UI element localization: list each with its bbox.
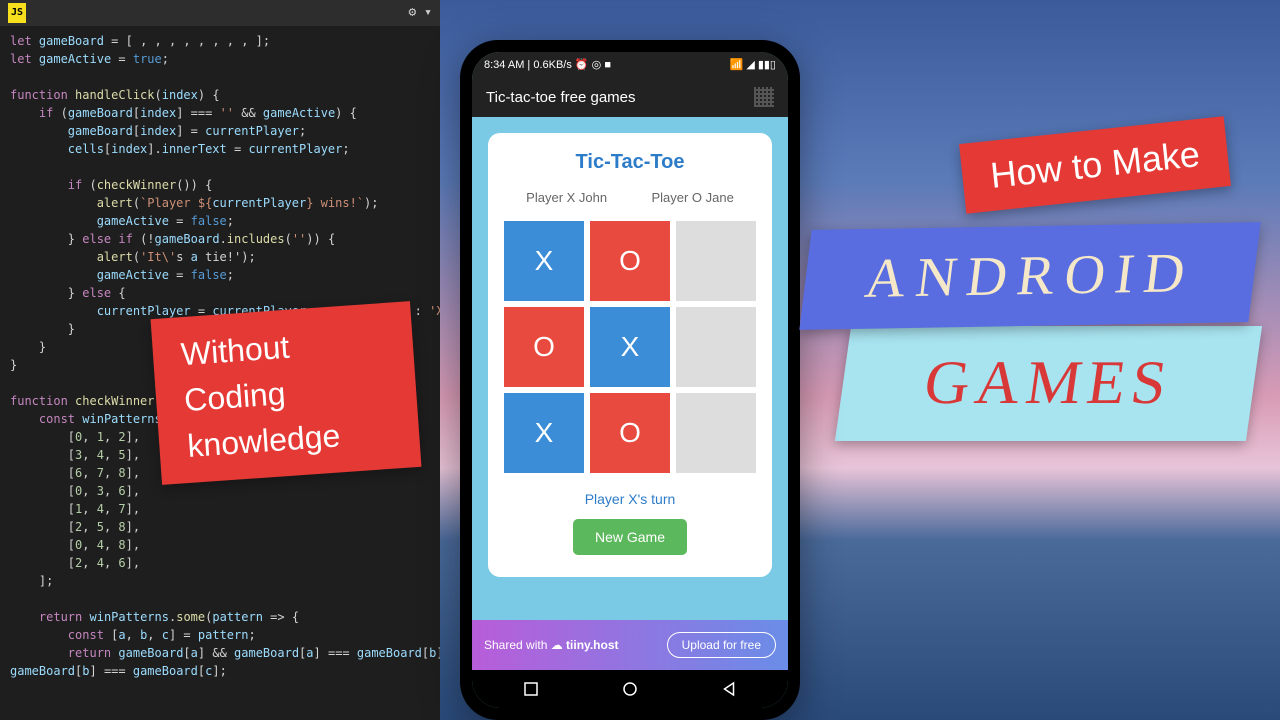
game-cell[interactable]: X [590, 307, 670, 387]
phone-frame: 8:34 AM | 0.6KB/s ⏰ ◎ ■ 📶 ◢ ▮▮▯ Tic-tac-… [460, 40, 800, 720]
game-cell[interactable]: X [504, 393, 584, 473]
nav-recent-icon[interactable] [522, 680, 540, 698]
turn-label: Player X's turn [504, 491, 756, 507]
editor-tab: JS ⚙ ▾ [0, 0, 440, 26]
game-cell[interactable]: X [504, 221, 584, 301]
status-bar: 8:34 AM | 0.6KB/s ⏰ ◎ ■ 📶 ◢ ▮▮▯ [472, 52, 788, 77]
player-o-label: Player O Jane [651, 190, 733, 205]
game-title: Tic-Tac-Toe [504, 151, 756, 174]
game-area: Tic-Tac-Toe Player X John Player O Jane … [472, 117, 788, 620]
overlay-without-coding: WithoutCodingknowledge [151, 301, 422, 485]
new-game-button[interactable]: New Game [573, 519, 687, 555]
game-grid: XOOXXO [504, 221, 756, 473]
overlay-android: ANDROID [799, 222, 1261, 330]
js-file-icon: JS [8, 3, 26, 23]
player-x-label: Player X John [526, 190, 607, 205]
status-icons: 📶 ◢ ▮▮▯ [730, 58, 776, 71]
status-time: 8:34 AM | 0.6KB/s ⏰ ◎ ■ [484, 58, 611, 71]
upload-button[interactable]: Upload for free [667, 632, 776, 658]
nav-home-icon[interactable] [621, 680, 639, 698]
nav-back-icon[interactable] [720, 680, 738, 698]
qr-icon [754, 87, 774, 107]
game-cell[interactable]: O [590, 393, 670, 473]
game-cell[interactable] [676, 221, 756, 301]
app-title-text: Tic-tac-toe free games [486, 89, 636, 106]
android-nav-bar [472, 670, 788, 708]
phone-screen: 8:34 AM | 0.6KB/s ⏰ ◎ ■ 📶 ◢ ▮▮▯ Tic-tac-… [472, 52, 788, 708]
game-cell[interactable] [676, 307, 756, 387]
players-row: Player X John Player O Jane [504, 190, 756, 205]
shared-with: Shared with ☁ tiiny.host [484, 638, 619, 652]
overlay-games: GAMES [835, 326, 1262, 441]
hosting-bar: Shared with ☁ tiiny.host Upload for free [472, 620, 788, 670]
app-title-bar: Tic-tac-toe free games [472, 77, 788, 117]
game-cell[interactable]: O [590, 221, 670, 301]
game-cell[interactable]: O [504, 307, 584, 387]
game-card: Tic-Tac-Toe Player X John Player O Jane … [488, 133, 772, 577]
gear-icon: ⚙ ▾ [409, 4, 432, 22]
game-cell[interactable] [676, 393, 756, 473]
